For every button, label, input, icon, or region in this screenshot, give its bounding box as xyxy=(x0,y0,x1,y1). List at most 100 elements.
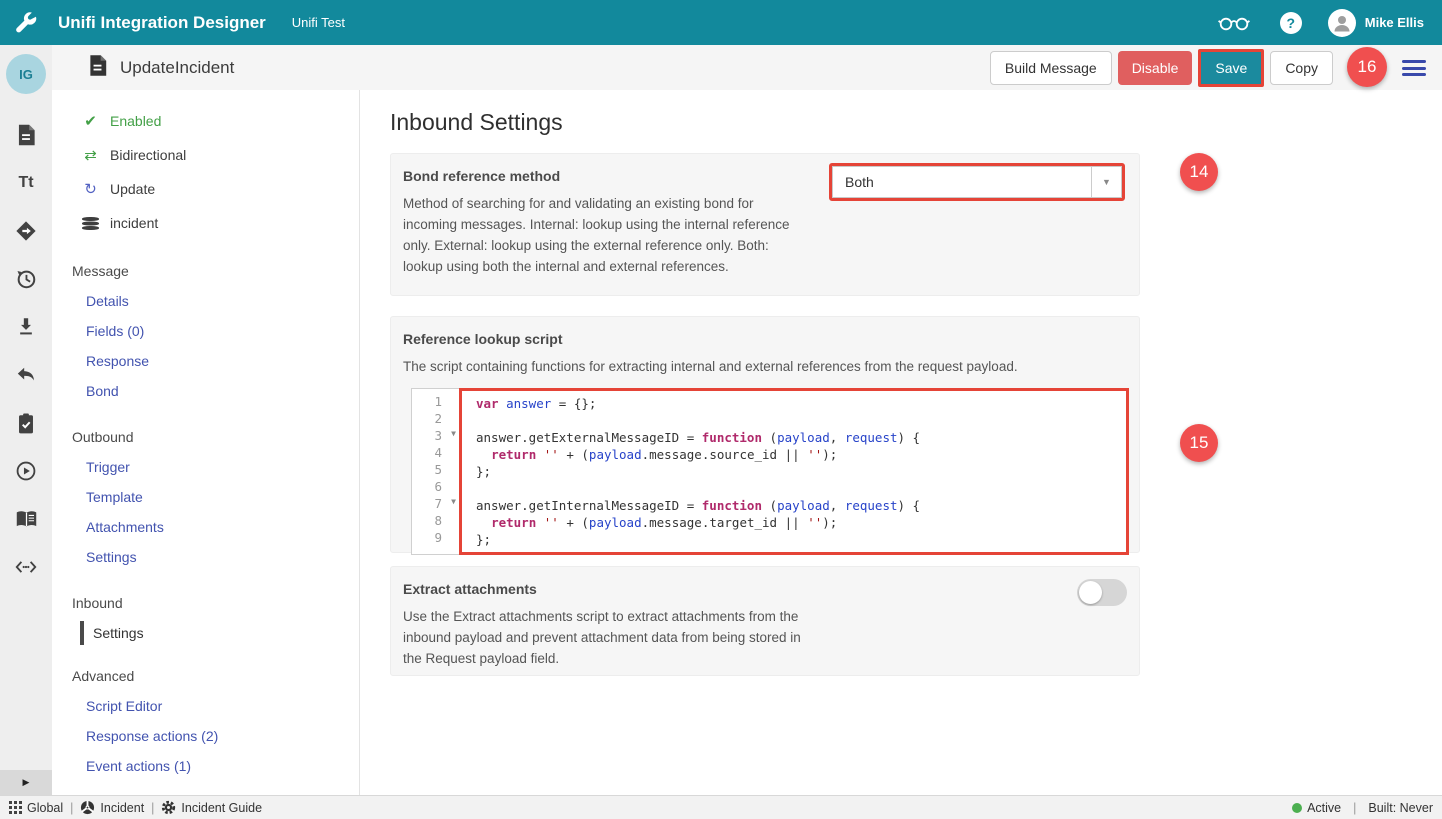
navigation-icon[interactable] xyxy=(13,218,39,244)
line-number: 2 xyxy=(412,411,459,428)
sidebar-menu: ✔ Enabled ⇄Bidirectional↻Update incident Mes… xyxy=(52,90,360,795)
icon-rail: IG Tt xyxy=(0,45,52,795)
code-line: answer.getInternalMessageID = function (… xyxy=(476,497,1126,514)
status-global[interactable]: Global xyxy=(9,801,63,815)
app-title: Unifi Integration Designer xyxy=(58,13,266,33)
status-bar: Global | Incident | Incident Guide Activ… xyxy=(0,795,1442,819)
sidebar-item-outbound-settings[interactable]: Settings xyxy=(52,542,359,572)
refresh-icon: ↻ xyxy=(82,180,99,198)
sidebar-item-advanced-response-actions-2[interactable]: Response actions (2) xyxy=(52,721,359,751)
build-message-button[interactable]: Build Message xyxy=(990,51,1112,85)
code-line xyxy=(476,412,1126,429)
sidebar-item-label: incident xyxy=(110,215,158,231)
sidebar-item-label: Bidirectional xyxy=(110,147,186,163)
status-incident-label: Incident xyxy=(100,801,144,815)
status-incident[interactable]: Incident xyxy=(80,800,144,815)
reply-icon[interactable] xyxy=(13,362,39,388)
gear-icon xyxy=(161,800,176,815)
step-badge-15: 15 xyxy=(1180,424,1218,462)
active-status-label: Active xyxy=(1307,801,1341,815)
extract-attachments-toggle[interactable] xyxy=(1077,579,1127,606)
sidebar-item-bidirectional[interactable]: ⇄Bidirectional xyxy=(52,138,359,172)
code-line: var answer = {}; xyxy=(476,395,1126,412)
help-icon[interactable]: ? xyxy=(1280,12,1302,34)
code-line: }; xyxy=(476,531,1126,548)
wrench-icon[interactable] xyxy=(0,10,52,36)
unifi-integration-designer-window: Unifi Integration Designer Unifi Test ? … xyxy=(0,0,1442,819)
main-content: Inbound Settings Bond reference method M… xyxy=(360,90,1442,795)
preview-glasses-icon[interactable] xyxy=(1216,12,1252,34)
code-line xyxy=(476,480,1126,497)
reference-lookup-description: The script containing functions for extr… xyxy=(391,347,1139,377)
sidebar-section-message: Message xyxy=(52,256,359,286)
sidebar-item-outbound-template[interactable]: Template xyxy=(52,482,359,512)
sidebar-item-advanced-script-editor[interactable]: Script Editor xyxy=(52,691,359,721)
fold-arrow-icon[interactable]: ▼ xyxy=(451,429,456,438)
status-incident-guide[interactable]: Incident Guide xyxy=(161,800,262,815)
history-icon[interactable] xyxy=(13,266,39,292)
play-icon[interactable] xyxy=(13,458,39,484)
chevron-down-icon[interactable]: ▼ xyxy=(1091,167,1121,197)
document-icon[interactable] xyxy=(13,122,39,148)
line-number: 6 xyxy=(412,479,459,496)
disable-button[interactable]: Disable xyxy=(1118,51,1193,85)
script-editor[interactable]: 123▼4567▼89 var answer = {}; answer.getE… xyxy=(411,388,1129,555)
sidebar-item-incident[interactable]: incident xyxy=(52,206,359,240)
typography-icon[interactable]: Tt xyxy=(13,170,39,196)
toggle-knob xyxy=(1079,581,1102,604)
sidebar-item-message-bond[interactable]: Bond xyxy=(52,376,359,406)
step-badge-16: 16 xyxy=(1347,47,1387,87)
sidebar-item-label: Enabled xyxy=(110,113,161,129)
status-global-label: Global xyxy=(27,801,63,815)
download-icon[interactable] xyxy=(13,314,39,340)
sidebar-item-message-response[interactable]: Response xyxy=(52,346,359,376)
book-icon[interactable] xyxy=(13,506,39,532)
line-number: 4 xyxy=(412,445,459,462)
check-icon: ✔ xyxy=(82,112,99,130)
database-icon xyxy=(82,217,99,221)
code-annotation-box: var answer = {}; answer.getExternalMessa… xyxy=(459,388,1129,555)
save-annotation-box: Save xyxy=(1198,49,1264,87)
tasks-icon[interactable] xyxy=(13,410,39,436)
user-avatar-icon[interactable] xyxy=(1328,9,1356,37)
integration-avatar[interactable]: IG xyxy=(6,54,46,94)
save-button[interactable]: Save xyxy=(1201,52,1261,84)
header-actions: Build Message Disable Save Copy xyxy=(990,45,1333,90)
script-editor-gutter: 123▼4567▼89 xyxy=(412,389,459,554)
sidebar-section-inbound: Inbound xyxy=(52,588,359,618)
fold-arrow-icon[interactable]: ▼ xyxy=(451,497,456,506)
sidebar-item-advanced-event-actions-1[interactable]: Event actions (1) xyxy=(52,751,359,781)
active-status-icon xyxy=(1292,803,1302,813)
code-icon[interactable] xyxy=(13,554,39,580)
bond-reference-description: Method of searching for and validating a… xyxy=(391,184,803,277)
grid-icon xyxy=(9,801,22,814)
environment-name: Unifi Test xyxy=(292,15,345,30)
sidebar-item-inbound-settings[interactable]: Settings xyxy=(80,621,359,645)
page-title: Inbound Settings xyxy=(390,109,1442,136)
copy-button[interactable]: Copy xyxy=(1270,51,1333,85)
line-number: 3▼ xyxy=(412,428,459,445)
code-line: return '' + (payload.message.source_id |… xyxy=(476,446,1126,463)
sidebar-section-advanced: Advanced xyxy=(52,661,359,691)
line-number: 5 xyxy=(412,462,459,479)
code-line: return '' + (payload.message.target_id |… xyxy=(476,514,1126,531)
record-title: UpdateIncident xyxy=(120,58,234,78)
extract-attachments-panel: Extract attachments Use the Extract atta… xyxy=(390,566,1140,676)
line-number: 9 xyxy=(412,530,459,547)
bond-reference-dropdown[interactable]: Both ▼ xyxy=(832,166,1122,198)
code-line: }; xyxy=(476,463,1126,480)
sidebar-item-message-details[interactable]: Details xyxy=(52,286,359,316)
built-status-label: Built: Never xyxy=(1368,801,1433,815)
menu-hamburger-icon[interactable] xyxy=(1402,60,1426,76)
step-badge-14: 14 xyxy=(1180,153,1218,191)
line-number: 8 xyxy=(412,513,459,530)
sidebar-item-outbound-attachments[interactable]: Attachments xyxy=(52,512,359,542)
sidebar-item-update[interactable]: ↻Update xyxy=(52,172,359,206)
script-editor-code[interactable]: var answer = {}; answer.getExternalMessa… xyxy=(462,391,1126,552)
sidebar-item-outbound-trigger[interactable]: Trigger xyxy=(52,452,359,482)
sidebar-item-message-fields-0[interactable]: Fields (0) xyxy=(52,316,359,346)
reference-lookup-label: Reference lookup script xyxy=(391,317,1139,347)
user-name[interactable]: Mike Ellis xyxy=(1365,15,1424,30)
sidebar-item-enabled[interactable]: ✔ Enabled xyxy=(52,104,359,138)
rail-expand-button[interactable]: ▶ xyxy=(0,770,52,795)
